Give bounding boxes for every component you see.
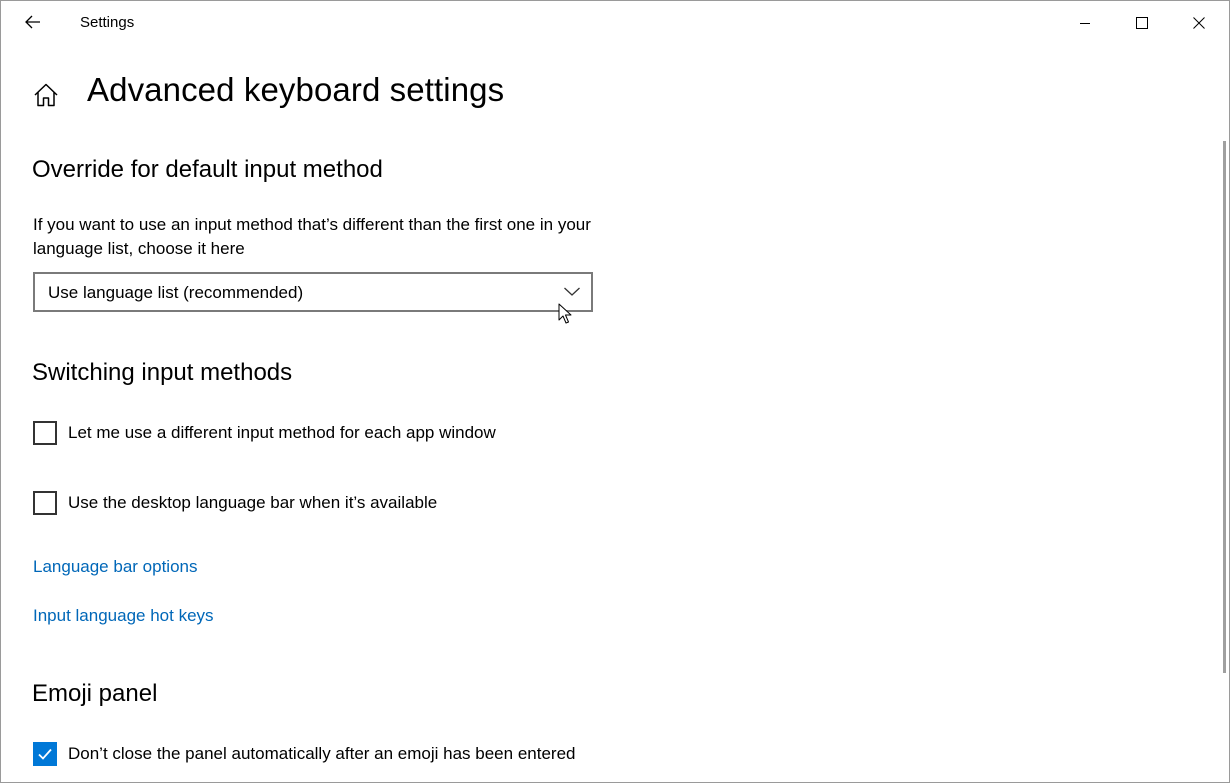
per-app-input-label: Let me use a different input method for … xyxy=(68,423,496,442)
app-title: Settings xyxy=(80,14,135,31)
input-language-hot-keys-link[interactable]: Input language hot keys xyxy=(33,606,214,626)
emoji-panel-checkbox-row[interactable]: Don’t close the panel automatically afte… xyxy=(33,741,575,767)
override-description: If you want to use an input method that’… xyxy=(33,215,591,258)
chevron-down-icon xyxy=(564,287,580,296)
home-icon[interactable] xyxy=(32,81,60,109)
close-button[interactable] xyxy=(1171,1,1227,45)
mouse-pointer-icon xyxy=(558,303,572,324)
language-bar-options-link[interactable]: Language bar options xyxy=(33,557,197,577)
arrow-left-icon xyxy=(25,15,40,29)
title-bar: Settings xyxy=(1,1,1229,45)
maximize-icon xyxy=(1136,17,1148,29)
emoji-section-heading: Emoji panel xyxy=(32,680,158,707)
close-icon xyxy=(1193,17,1205,29)
per-app-input-checkbox[interactable] xyxy=(33,421,57,445)
dropdown-selected-value: Use language list (recommended) xyxy=(48,283,304,302)
per-app-input-checkbox-row[interactable]: Let me use a different input method for … xyxy=(33,420,496,446)
back-button[interactable] xyxy=(11,6,55,38)
desktop-language-bar-checkbox[interactable] xyxy=(33,491,57,515)
checkmark-icon xyxy=(38,748,52,760)
page-title: Advanced keyboard settings xyxy=(87,71,505,108)
switching-section-heading: Switching input methods xyxy=(32,359,293,386)
maximize-button[interactable] xyxy=(1114,1,1170,45)
vertical-scrollbar[interactable] xyxy=(1223,141,1226,673)
emoji-panel-checkbox[interactable] xyxy=(33,742,57,766)
desktop-language-bar-label: Use the desktop language bar when it’s a… xyxy=(68,493,438,512)
minimize-icon xyxy=(1080,23,1090,24)
emoji-panel-label: Don’t close the panel automatically afte… xyxy=(68,744,576,763)
settings-window: Settings Advanced keyboard settings Over… xyxy=(0,0,1230,783)
minimize-button[interactable] xyxy=(1057,1,1113,45)
input-method-dropdown[interactable]: Use language list (recommended) xyxy=(33,272,593,312)
override-section-heading: Override for default input method xyxy=(32,156,383,183)
desktop-language-bar-checkbox-row[interactable]: Use the desktop language bar when it’s a… xyxy=(33,490,437,516)
